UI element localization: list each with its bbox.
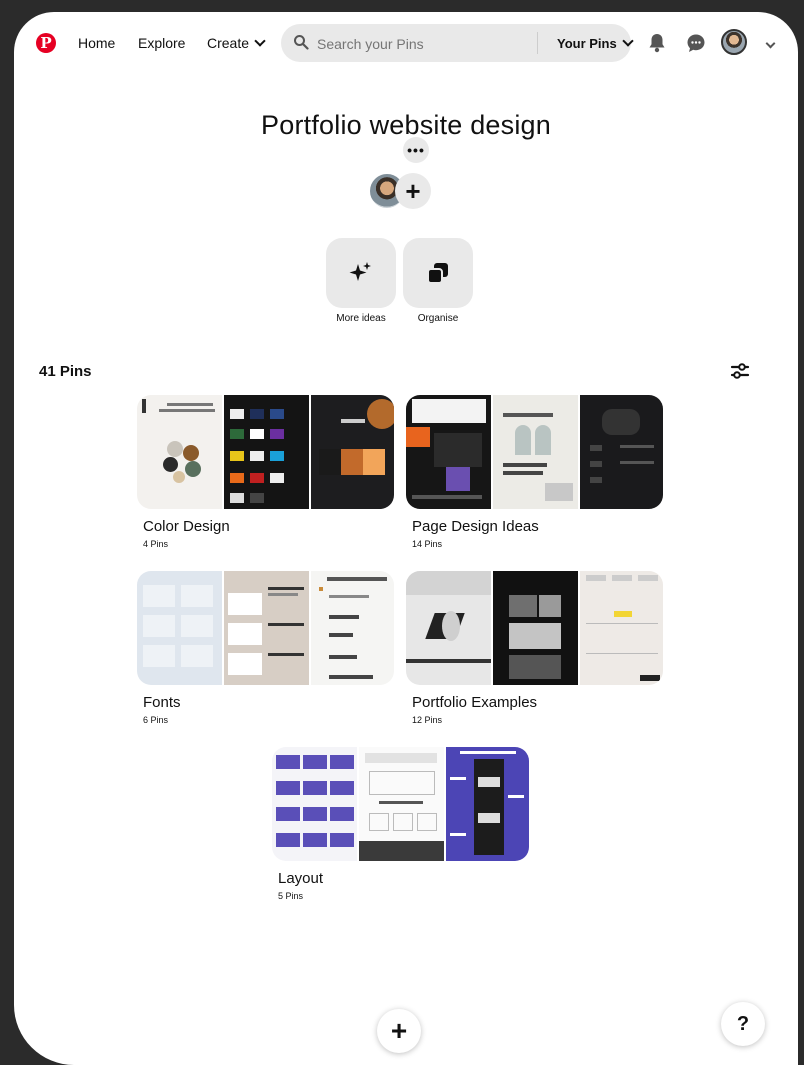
cover-image (491, 571, 578, 685)
section-cover (272, 747, 529, 861)
cover-image (491, 395, 578, 509)
section-card-layout[interactable]: Layout 5 Pins (272, 747, 529, 901)
section-title: Fonts (143, 694, 181, 711)
cover-image (443, 747, 529, 861)
chevron-down-icon (765, 38, 776, 49)
sparkle-icon (349, 262, 371, 281)
cover-image (406, 571, 492, 685)
more-ideas-button[interactable] (326, 238, 396, 308)
app-window: P Home Explore Create Your Pins (14, 12, 798, 1065)
section-title: Portfolio Examples (412, 694, 538, 711)
cover-image (308, 395, 394, 509)
chevron-down-icon (622, 35, 634, 47)
organise-button[interactable] (403, 238, 473, 308)
messages-button[interactable] (683, 30, 709, 56)
pins-count: 41 Pins (39, 363, 92, 380)
section-pin-count: 5 Pins (278, 891, 304, 901)
add-collaborator-button[interactable]: + (395, 173, 431, 209)
pinterest-logo-icon[interactable]: P (36, 33, 56, 53)
nav-create-label: Create (207, 35, 250, 51)
section-cover (137, 395, 394, 509)
section-cover (406, 571, 663, 685)
account-menu-button[interactable] (760, 37, 776, 55)
filter-icon[interactable] (730, 362, 750, 380)
cover-image (222, 395, 309, 509)
section-pin-count: 12 Pins (412, 715, 443, 725)
organise-tool[interactable]: Organise (403, 238, 473, 324)
top-nav: P Home Explore Create Your Pins (14, 22, 798, 66)
more-options-button[interactable]: ••• (403, 137, 429, 163)
nav-create[interactable]: Create (207, 35, 266, 51)
organise-label: Organise (417, 313, 459, 324)
section-card-page-design-ideas[interactable]: Page Design Ideas 14 Pins (406, 395, 663, 549)
section-cover (137, 571, 394, 685)
section-pin-count: 4 Pins (143, 539, 169, 549)
section-title: Page Design Ideas (412, 518, 539, 535)
chat-icon (687, 34, 705, 52)
cover-image (577, 571, 663, 685)
organise-icon (427, 263, 448, 284)
avatar[interactable] (721, 29, 747, 55)
search-icon (294, 35, 309, 50)
cover-image (137, 395, 223, 509)
nav-home[interactable]: Home (78, 35, 115, 51)
cover-image (577, 395, 663, 509)
cover-image (222, 571, 309, 685)
search-scope-label: Your Pins (557, 36, 617, 51)
search-bar[interactable]: Your Pins (281, 24, 634, 64)
section-pin-count: 6 Pins (143, 715, 169, 725)
section-title: Layout (278, 870, 324, 887)
notifications-button[interactable] (644, 30, 670, 56)
cover-image (308, 571, 394, 685)
nav-explore[interactable]: Explore (138, 35, 185, 51)
page-title: Portfolio website design (261, 110, 551, 141)
chevron-down-icon (254, 35, 266, 47)
cover-image (272, 747, 358, 861)
search-scope-dropdown[interactable]: Your Pins (557, 35, 634, 51)
more-ideas-tool[interactable]: More ideas (326, 238, 396, 324)
create-button[interactable]: + (377, 1009, 421, 1053)
section-cover (406, 395, 663, 509)
cover-image (137, 571, 223, 685)
search-divider (537, 32, 538, 54)
search-input[interactable] (315, 24, 534, 64)
more-ideas-label: More ideas (336, 313, 386, 324)
section-card-portfolio-examples[interactable]: Portfolio Examples 12 Pins (406, 571, 663, 725)
help-button[interactable]: ? (721, 1002, 765, 1046)
cover-image (406, 395, 492, 509)
bell-icon (649, 34, 665, 53)
section-card-fonts[interactable]: Fonts 6 Pins (137, 571, 394, 725)
section-title: Color Design (143, 518, 230, 535)
cover-image (357, 747, 445, 861)
section-card-color-design[interactable]: Color Design 4 Pins (137, 395, 394, 549)
section-pin-count: 14 Pins (412, 539, 443, 549)
